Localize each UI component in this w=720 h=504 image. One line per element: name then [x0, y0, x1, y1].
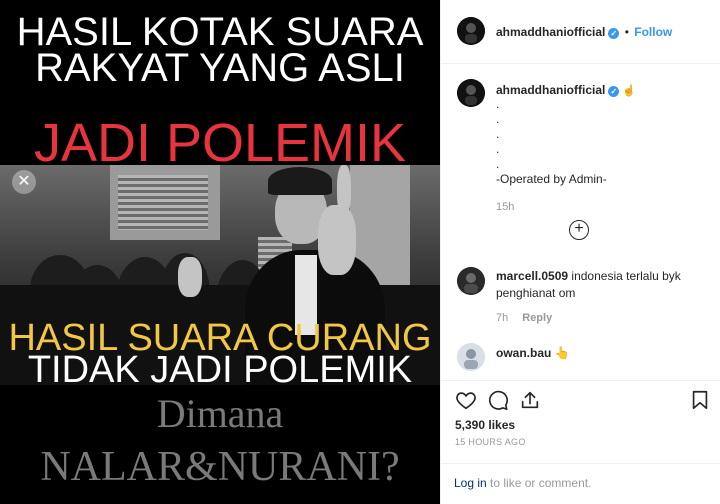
caption-time[interactable]: 15h: [496, 201, 514, 213]
caption-avatar[interactable]: [457, 79, 485, 107]
comment-item: marcell.0509 indonesia terlalu byk pengh…: [496, 268, 711, 302]
comment-username[interactable]: marcell.0509: [496, 269, 568, 283]
verified-badge-icon: ✓: [608, 86, 620, 97]
comment-text: 👆: [554, 346, 570, 360]
caption-line: -Operated by Admin-: [496, 172, 607, 186]
login-bar: Log in to like or comment.: [441, 463, 720, 504]
comment-avatar[interactable]: [457, 343, 485, 371]
post-image: HASIL KOTAK SUARA RAKYAT YANG ASLI JADI …: [0, 0, 440, 504]
post-header: ahmaddhaniofficial ✓ • Follow: [441, 0, 720, 64]
separator-dot: •: [624, 25, 629, 39]
login-prompt: Log in to like or comment.: [454, 476, 591, 490]
caption-user-line: ahmaddhaniofficial ✓ ☝: [496, 83, 706, 97]
caption-line: .: [496, 127, 500, 141]
load-more-comments-icon[interactable]: +: [569, 220, 589, 240]
follow-button[interactable]: Follow: [634, 25, 672, 39]
headline-line-6: Dimana: [156, 391, 284, 436]
headline-line-1: HASIL KOTAK SUARA: [16, 10, 424, 54]
caption: ahmaddhaniofficial ✓ ☝ . . . . . -Operated…: [496, 83, 706, 187]
header-username[interactable]: ahmaddhaniofficial: [496, 25, 605, 39]
login-link[interactable]: Log in: [454, 476, 487, 490]
caption-line: .: [496, 157, 500, 171]
bookmark-icon[interactable]: [689, 389, 711, 411]
caption-line: .: [496, 97, 500, 111]
reply-button[interactable]: Reply: [522, 312, 552, 324]
comment-meta: 7h Reply: [496, 312, 552, 324]
comment-item: owan.bau 👆: [496, 346, 570, 360]
login-prompt-text: to like or comment.: [486, 476, 592, 490]
caption-line: .: [496, 142, 500, 156]
headline-line-2: RAKYAT YANG ASLI: [35, 46, 405, 90]
headline-line-5: TIDAK JADI POLEMIK: [27, 349, 413, 391]
comment-icon[interactable]: [487, 389, 509, 411]
close-icon[interactable]: ✕: [12, 170, 36, 194]
verified-badge-icon: ✓: [608, 28, 620, 39]
comment-time[interactable]: 7h: [496, 312, 508, 324]
caption-username[interactable]: ahmaddhaniofficial: [496, 83, 605, 97]
header-user-line: ahmaddhaniofficial ✓ • Follow: [496, 25, 672, 39]
comment-avatar[interactable]: [457, 267, 485, 295]
share-icon[interactable]: [519, 389, 541, 411]
like-count[interactable]: 5,390 likes: [455, 418, 515, 432]
avatar[interactable]: [457, 17, 485, 45]
action-bar: [441, 380, 720, 418]
headline-line-3: JADI POLEMIK: [33, 113, 407, 173]
heart-icon[interactable]: [455, 389, 477, 411]
headline-line-7: NALAR&NURANI?: [40, 444, 400, 490]
pointing-hand-icon: ☝: [622, 85, 637, 97]
comment-username[interactable]: owan.bau: [496, 346, 551, 360]
post-side-panel: ahmaddhaniofficial ✓ • Follow ahmaddhanio…: [440, 0, 720, 504]
post-timestamp: 15 HOURS AGO: [455, 437, 526, 447]
caption-line: .: [496, 112, 500, 126]
